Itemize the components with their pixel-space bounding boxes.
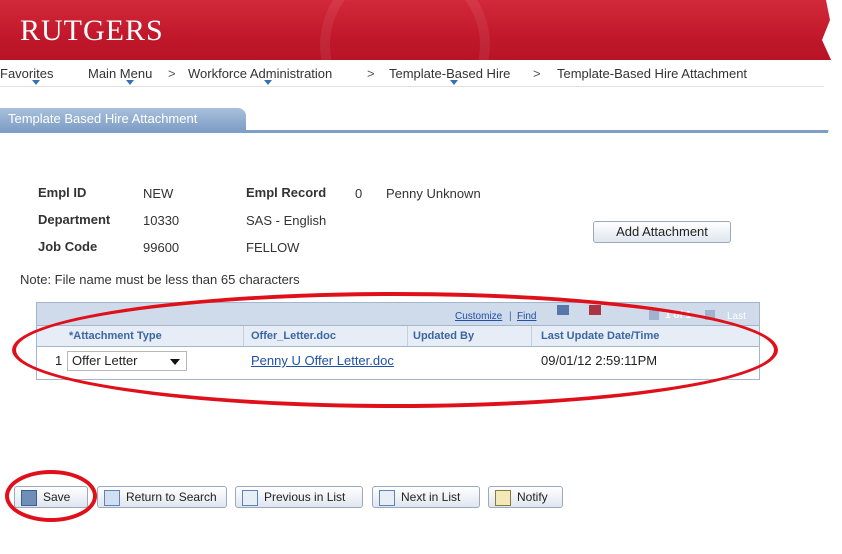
page-canvas: RUTGERS Favorites Main Menu > Workforce … — [0, 0, 836, 532]
save-disk-icon — [21, 489, 37, 506]
customize-link[interactable]: Customize — [455, 311, 502, 322]
col-updated-by[interactable]: Updated By — [413, 330, 474, 342]
column-divider — [531, 326, 532, 346]
view-all-icon[interactable] — [557, 305, 569, 315]
employee-name: Penny Unknown — [386, 186, 481, 201]
rutgers-logo: RUTGERS — [20, 14, 164, 47]
tab-underline — [0, 130, 836, 133]
tab-template-based-hire-attachment[interactable]: Template Based Hire Attachment — [0, 108, 246, 130]
department-name: SAS - English — [246, 213, 327, 228]
attachment-type-value: Offer Letter — [72, 353, 138, 368]
chevron-down-icon[interactable] — [264, 80, 272, 85]
notify-button[interactable]: Notify — [488, 486, 563, 508]
last-link[interactable]: Last — [727, 311, 746, 322]
next-in-list-label: Next in List — [401, 490, 461, 504]
job-code-value: 99600 — [143, 240, 180, 255]
save-label: Save — [43, 490, 71, 504]
tab-bar: Template Based Hire Attachment — [0, 108, 836, 133]
empl-record-label: Empl Record — [246, 185, 327, 200]
previous-list-icon — [242, 489, 258, 506]
offer-letter-file-link[interactable]: Penny U Offer Letter.doc — [251, 353, 394, 368]
empl-record-value: 0 — [355, 186, 363, 201]
table-row: 1 Offer Letter Penny U Offer Letter.doc … — [37, 347, 759, 375]
breadcrumb-separator: > — [367, 66, 375, 81]
search-return-icon — [104, 489, 120, 506]
nav-main-menu[interactable]: Main Menu — [88, 66, 152, 81]
toolbar-divider: | — [509, 311, 512, 322]
file-name-note: Note: File name must be less than 65 cha… — [20, 272, 300, 287]
page-count: 1 of 1 — [665, 310, 692, 321]
breadcrumb-separator: > — [533, 66, 541, 81]
previous-in-list-label: Previous in List — [264, 490, 346, 504]
grid-header: *Attachment Type Offer_Letter.doc Update… — [37, 325, 759, 347]
return-to-search-button[interactable]: Return to Search — [97, 486, 227, 508]
column-divider — [243, 326, 244, 346]
col-attachment-type[interactable]: *Attachment Type — [69, 330, 162, 342]
nav-template-based-hire-attachment[interactable]: Template-Based Hire Attachment — [557, 66, 747, 81]
next-list-icon — [379, 489, 395, 506]
empl-id-value: NEW — [143, 186, 174, 201]
first-page-icon[interactable] — [649, 310, 659, 320]
job-code-label: Job Code — [38, 239, 98, 254]
column-divider — [407, 326, 408, 346]
row-number: 1 — [55, 353, 63, 368]
col-last-update[interactable]: Last Update Date/Time — [541, 330, 659, 342]
next-in-list-button[interactable]: Next in List — [372, 486, 480, 508]
department-label: Department — [38, 212, 111, 227]
chevron-down-icon[interactable] — [450, 80, 458, 85]
notify-label: Notify — [517, 490, 548, 504]
breadcrumb-separator: > — [168, 66, 176, 81]
job-code-name: FELLOW — [246, 240, 300, 255]
next-page-icon[interactable] — [705, 310, 715, 320]
grid-toolbar: Customize | Find 1 of 1 Last — [37, 303, 759, 325]
empl-id-label: Empl ID — [38, 185, 87, 200]
breadcrumb: Favorites Main Menu > Workforce Administ… — [0, 60, 836, 87]
attachment-type-select[interactable]: Offer Letter — [67, 351, 187, 371]
chevron-down-icon[interactable] — [32, 80, 40, 85]
previous-in-list-button[interactable]: Previous in List — [235, 486, 363, 508]
department-code: 10330 — [143, 213, 180, 228]
nav-favorites[interactable]: Favorites — [0, 66, 53, 81]
header-banner: RUTGERS — [0, 0, 836, 130]
nav-workforce-administration[interactable]: Workforce Administration — [188, 66, 332, 81]
return-to-search-label: Return to Search — [126, 490, 217, 504]
nav-template-based-hire[interactable]: Template-Based Hire — [389, 66, 510, 81]
add-attachment-button[interactable]: Add Attachment — [593, 221, 731, 243]
attachment-grid: Customize | Find 1 of 1 Last *Attachment… — [36, 302, 760, 380]
col-offer-letter[interactable]: Offer_Letter.doc — [251, 330, 336, 342]
notify-icon — [495, 489, 511, 506]
download-icon[interactable] — [589, 305, 601, 315]
find-link[interactable]: Find — [517, 311, 536, 322]
dropdown-arrow-icon[interactable] — [170, 359, 180, 365]
save-button[interactable]: Save — [14, 486, 88, 508]
chevron-down-icon[interactable] — [126, 80, 134, 85]
last-update-value: 09/01/12 2:59:11PM — [541, 353, 658, 368]
